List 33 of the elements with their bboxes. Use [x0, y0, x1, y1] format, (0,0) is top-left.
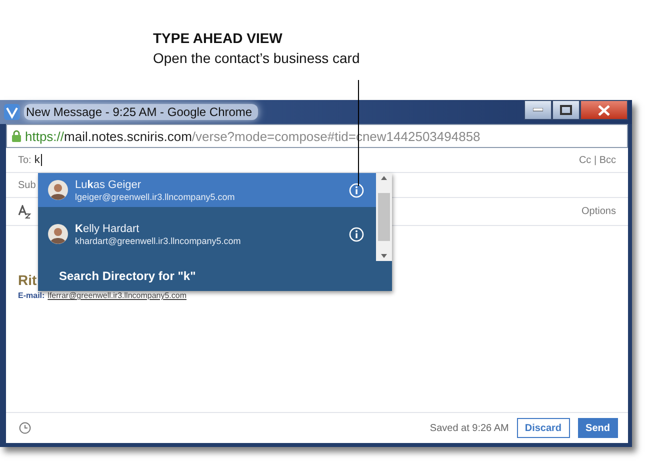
options-button[interactable]: Options — [582, 206, 616, 217]
contact-suggestion[interactable]: Lukas Geiger lgeiger@greenwell.ir3.llncompany5.com — [38, 173, 376, 207]
info-icon[interactable] — [349, 226, 364, 242]
scroll-down-icon[interactable] — [381, 254, 387, 258]
close-button[interactable] — [580, 100, 628, 120]
signature-name: Rit — [18, 272, 37, 288]
scroll-up-icon[interactable] — [381, 176, 387, 180]
font-size-icon[interactable] — [18, 204, 32, 218]
saved-status: Saved at 9:26 AM — [430, 422, 509, 434]
scrollbar[interactable] — [376, 173, 392, 261]
maximize-button[interactable] — [552, 100, 580, 120]
email-link[interactable]: lferrar@greenwell.ir3.llncompany5.com — [48, 291, 187, 300]
avatar-icon — [48, 224, 68, 244]
window-title: New Message - 9:25 AM - Google Chrome — [24, 104, 258, 120]
lock-icon — [12, 130, 21, 142]
send-button[interactable]: Send — [578, 418, 618, 438]
to-label: To: — [18, 154, 32, 166]
app-icon — [4, 104, 20, 120]
search-directory-item[interactable]: Search Directory for "k" — [38, 261, 392, 291]
callout-text: Open the contact’s business card — [153, 50, 361, 66]
close-icon — [598, 104, 610, 116]
clock-icon[interactable] — [19, 422, 31, 434]
minimize-icon — [533, 108, 543, 112]
cc-bcc-link[interactable]: Cc | Bcc — [578, 154, 616, 166]
avatar-icon — [48, 180, 68, 200]
to-input[interactable]: k — [34, 154, 42, 166]
callout-title: TYPE AHEAD VIEW — [153, 30, 284, 46]
subject-label: Sub — [18, 180, 36, 190]
info-icon[interactable] — [349, 182, 364, 198]
minimize-button[interactable] — [524, 100, 552, 120]
maximize-icon — [560, 105, 572, 115]
email-label: E-mail: — [18, 291, 45, 300]
discard-button[interactable]: Discard — [516, 418, 570, 438]
